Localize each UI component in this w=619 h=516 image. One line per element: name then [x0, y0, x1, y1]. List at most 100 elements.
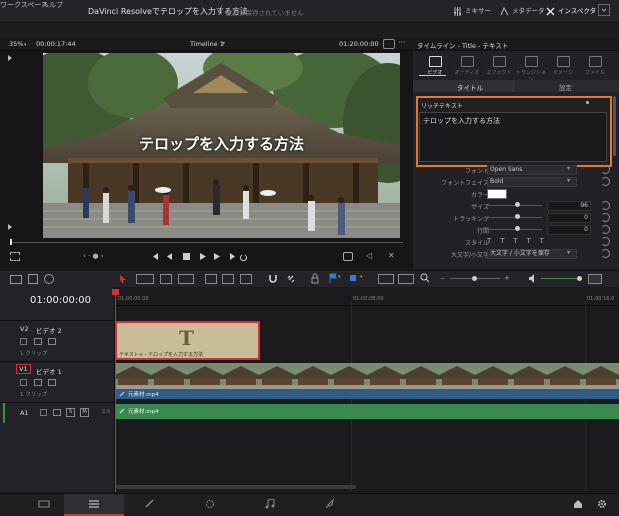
subtab-title[interactable]: タイトル [457, 82, 483, 92]
tab-transition[interactable]: トランジション [515, 53, 547, 83]
menu-help[interactable]: ヘルプ [42, 0, 63, 10]
track-v1-header[interactable]: V1 ビデオ 1 1 クリップ [0, 361, 114, 402]
tracking-reset-icon[interactable] [601, 213, 610, 222]
expand-button[interactable] [598, 4, 610, 16]
timeline-scrollbar[interactable] [116, 485, 356, 489]
viewer-options-icon[interactable] [383, 39, 395, 49]
zoom-full-icon[interactable] [378, 274, 394, 284]
marker-dropdown-icon[interactable]: ▾ [360, 274, 363, 280]
link-icon[interactable] [286, 273, 296, 284]
font-dropdown-icon[interactable]: ▾ [567, 165, 570, 172]
speaker-icon[interactable] [528, 273, 538, 284]
audio-clip[interactable]: 元素材.mp4 [115, 404, 619, 419]
tab-image[interactable]: イメージ [547, 53, 579, 77]
match-frame-icon[interactable]: ✕ [388, 251, 395, 260]
viewer-left-panel-icon[interactable] [6, 54, 14, 62]
track-v2-visibility-icon[interactable] [48, 338, 56, 345]
track-v2-name[interactable]: ビデオ 2 [36, 325, 62, 335]
font-reset-icon[interactable] [601, 165, 610, 174]
case-select[interactable]: 大文字 / 小文字を保存 [487, 249, 577, 259]
replace-clip-icon[interactable] [240, 274, 252, 284]
dynamic-trim-icon[interactable] [178, 274, 194, 284]
style-reset-icon[interactable] [601, 237, 610, 246]
snapping-magnet-icon[interactable] [268, 273, 278, 284]
settings-gear-icon[interactable] [597, 499, 607, 509]
safe-area-icon[interactable] [10, 252, 20, 261]
viewer-more-icon[interactable]: ··· [398, 38, 406, 47]
size-slider-knob[interactable] [515, 202, 520, 207]
track-v1-lock-icon[interactable] [20, 379, 27, 386]
keyframe-dot-icon[interactable] [586, 101, 589, 104]
track-v2-lock-icon[interactable] [20, 338, 27, 345]
track-v1-auto-select-icon[interactable] [34, 379, 42, 386]
track-a1-mute-button[interactable]: M [80, 408, 89, 417]
timeline-dropdown-icon[interactable]: ▾ [222, 40, 225, 47]
selection-tool-icon[interactable] [118, 274, 128, 284]
marker-icon[interactable] [350, 275, 356, 281]
zoom-detail-icon[interactable] [398, 274, 414, 284]
volume-slider-knob[interactable] [577, 276, 582, 281]
inspector-scrollbar[interactable] [613, 96, 616, 156]
inspector-button[interactable]: インスペクタ [546, 5, 596, 16]
face-dropdown-icon[interactable]: ▾ [567, 177, 570, 184]
rich-text-editor[interactable]: テロップを入力する方法 [419, 112, 607, 162]
flag-icon[interactable] [328, 273, 338, 284]
timeline-ruler[interactable]: 01:00:00:00 01:00:08:00 01:00:16:0 [115, 287, 619, 491]
mark-out-icon[interactable]: ◁ [366, 251, 372, 260]
zoom-slider[interactable] [450, 276, 500, 281]
size-value[interactable]: 96 [547, 201, 591, 211]
tab-effects[interactable]: エフェクト [483, 53, 515, 77]
insert-clip-icon[interactable] [205, 274, 217, 284]
tab-file[interactable]: ファイル [579, 53, 611, 77]
page-deliver[interactable] [286, 494, 374, 514]
scrub-playhead[interactable] [10, 239, 12, 245]
tracking-slider[interactable] [487, 214, 542, 219]
track-a1-auto-select-icon[interactable] [53, 409, 61, 416]
blade-tool-icon[interactable] [160, 274, 172, 284]
track-height-icon[interactable] [44, 274, 54, 284]
video-clip[interactable]: 元素材.mp4 [115, 363, 619, 399]
track-v1-name[interactable]: ビデオ 1 [36, 366, 62, 376]
track-a1-header[interactable]: A1 S M 2.0 [0, 402, 114, 423]
volume-slider[interactable] [541, 276, 582, 281]
menu-workspace[interactable]: ワークスペース [0, 0, 48, 10]
leading-slider[interactable] [487, 226, 542, 231]
video-frame[interactable]: テロップを入力する方法 [43, 53, 400, 238]
size-reset-icon[interactable] [601, 201, 610, 210]
step-back-icon[interactable] [167, 253, 172, 260]
mixer-button[interactable]: ミキサー [453, 5, 491, 16]
timeline-area[interactable]: 01:00:00:00 01:00:08:00 01:00:16:0 T テキス… [112, 287, 619, 492]
audio-meter-icon[interactable] [588, 274, 602, 284]
zoom-level[interactable]: 35% [9, 40, 23, 48]
snap-icon[interactable] [28, 274, 38, 284]
font-select[interactable]: Open Sans [487, 165, 577, 175]
track-a1-lock-icon[interactable] [40, 409, 47, 416]
face-select[interactable]: Bold [487, 177, 577, 187]
go-to-end-icon[interactable] [230, 253, 236, 260]
track-v2-header[interactable]: V2 ビデオ 2 1 クリップ [0, 320, 114, 361]
flag-dropdown-icon[interactable]: ▾ [338, 274, 341, 280]
mark-in-icon[interactable] [343, 252, 353, 261]
tab-audio[interactable]: オーディオ [451, 53, 483, 77]
trim-tool-icon[interactable] [136, 274, 154, 284]
go-to-start-icon[interactable] [152, 253, 158, 260]
track-v1-id[interactable]: V1 [16, 364, 31, 374]
leading-slider-knob[interactable] [515, 226, 520, 231]
zoom-dropdown-icon[interactable]: ▾ [24, 42, 27, 48]
subtab-settings[interactable]: 設定 [559, 82, 572, 92]
overwrite-clip-icon[interactable] [222, 274, 234, 284]
size-slider[interactable] [487, 202, 542, 207]
case-reset-icon[interactable] [601, 249, 610, 258]
step-forward-icon[interactable] [214, 253, 220, 260]
timeline-name[interactable]: Timeline 1 [190, 40, 224, 48]
play-icon[interactable] [200, 253, 206, 260]
zoom-out-icon[interactable]: − [440, 275, 445, 282]
track-v1-visibility-icon[interactable] [48, 379, 56, 386]
zoom-search-icon[interactable] [420, 273, 430, 284]
playhead[interactable] [112, 289, 119, 492]
track-a1-solo-button[interactable]: S [66, 408, 75, 417]
position-lock-icon[interactable] [310, 273, 320, 284]
face-reset-icon[interactable] [601, 177, 610, 186]
stop-icon[interactable] [183, 253, 190, 260]
color-swatch[interactable] [487, 189, 507, 199]
